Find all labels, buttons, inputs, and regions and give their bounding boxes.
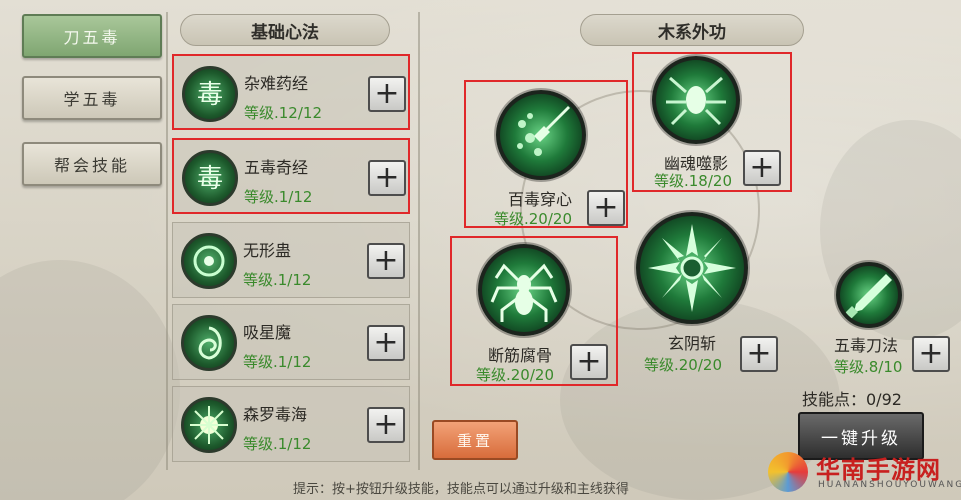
section-title-wood: 木系外功 <box>580 14 804 46</box>
node-level: 等级.20/20 <box>476 366 554 384</box>
game-skill-panel: 刀五毒 学五毒 帮会技能 基础心法 木系外功 毒 杂难药经 等级.12/12 +… <box>0 0 961 500</box>
skill-name: 森罗毒海 <box>243 405 308 424</box>
node-name: 玄阴斩 <box>668 334 717 353</box>
skill-row: 毒 五毒奇经 等级.1/12 + <box>172 138 410 214</box>
node-name: 断筋腐骨 <box>488 346 553 365</box>
reset-button[interactable]: 重置 <box>432 420 518 460</box>
divider <box>166 12 168 470</box>
upgrade-plus-button[interactable]: + <box>368 76 406 112</box>
poison-char-icon: 毒 <box>182 66 238 122</box>
blade-icon <box>844 274 892 320</box>
skill-name: 五毒奇经 <box>244 158 309 177</box>
ink-mountain <box>0 260 180 500</box>
orb-icon <box>181 233 237 289</box>
upgrade-plus-button[interactable]: + <box>570 344 608 380</box>
divider <box>418 12 420 470</box>
skill-row: 森罗毒海 等级.1/12 + <box>172 386 410 462</box>
spider-ghost-icon <box>666 76 726 126</box>
upgrade-plus-button[interactable]: + <box>743 150 781 186</box>
skill-level: 等级.1/12 <box>244 188 313 206</box>
svg-text:毒: 毒 <box>197 80 223 110</box>
burst-icon <box>181 397 237 453</box>
upgrade-plus-button[interactable]: + <box>740 336 778 372</box>
skill-name: 吸星魔 <box>243 323 292 342</box>
node-level: 等级.20/20 <box>644 356 722 374</box>
skill-node-duan-jin-fu-gu[interactable] <box>478 244 570 336</box>
upgrade-plus-button[interactable]: + <box>587 190 625 226</box>
node-name: 百毒穿心 <box>508 190 573 209</box>
skill-name: 杂难药经 <box>244 74 309 93</box>
skill-points: 技能点：0/92 <box>802 390 902 409</box>
star-blade-icon <box>648 224 736 312</box>
skill-name: 无形蛊 <box>243 241 292 260</box>
skill-level: 等级.1/12 <box>243 353 312 371</box>
vortex-icon <box>181 315 237 371</box>
skill-row: 毒 杂难药经 等级.12/12 + <box>172 54 410 130</box>
node-name: 五毒刀法 <box>834 336 899 355</box>
spider-icon <box>490 263 558 322</box>
node-level: 等级.8/10 <box>834 358 903 376</box>
skill-level: 等级.1/12 <box>243 271 312 289</box>
tab-dao-wudu[interactable]: 刀五毒 <box>22 14 162 58</box>
skill-node-bai-du-chuan-xin[interactable] <box>496 90 586 180</box>
watermark-subtitle: HUANANSHOUYOUWANG <box>818 480 961 490</box>
upgrade-plus-button[interactable]: + <box>367 243 405 279</box>
tab-guild-skills[interactable]: 帮会技能 <box>22 142 162 186</box>
watermark: 华南手游网 HUANANSHOUYOUWANG <box>768 448 961 498</box>
skill-level: 等级.1/12 <box>243 435 312 453</box>
skill-row: 吸星魔 等级.1/12 + <box>172 304 410 380</box>
skill-level: 等级.12/12 <box>244 104 322 122</box>
hint-text: 提示：按+按钮升级技能，技能点可以通过升级和主线获得 <box>293 482 629 497</box>
skill-row: 无形蛊 等级.1/12 + <box>172 222 410 298</box>
node-level: 等级.18/20 <box>654 172 732 190</box>
watermark-logo-icon <box>768 452 808 492</box>
tab-xue-wudu[interactable]: 学五毒 <box>22 76 162 120</box>
skill-node-you-hun-shi-ying[interactable] <box>652 56 740 144</box>
skill-node-wu-du-dao-fa[interactable] <box>836 262 902 328</box>
dart-icon <box>517 106 570 156</box>
node-level: 等级.20/20 <box>494 210 572 228</box>
poison-char-icon: 毒 <box>182 150 238 206</box>
skill-node-xuan-yin-zhan[interactable] <box>636 212 748 324</box>
upgrade-plus-button[interactable]: + <box>367 407 405 443</box>
upgrade-plus-button[interactable]: + <box>368 160 406 196</box>
upgrade-plus-button[interactable]: + <box>912 336 950 372</box>
section-title-basic: 基础心法 <box>180 14 390 46</box>
upgrade-plus-button[interactable]: + <box>367 325 405 361</box>
svg-text:毒: 毒 <box>197 164 223 194</box>
